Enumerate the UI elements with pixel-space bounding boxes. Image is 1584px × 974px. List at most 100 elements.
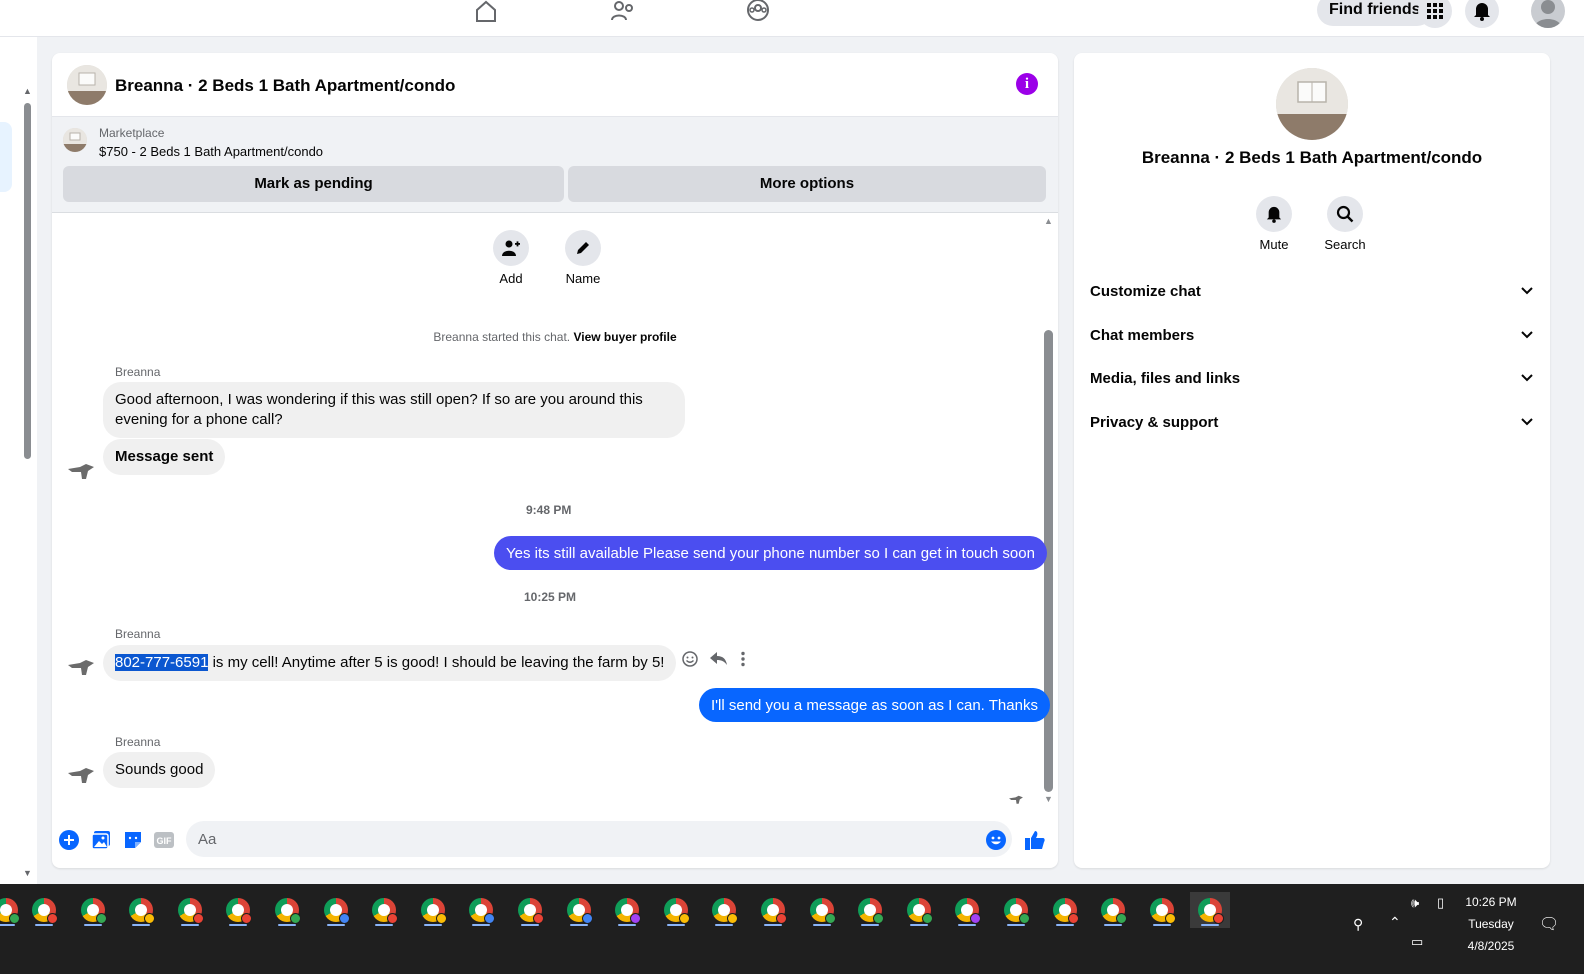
account-avatar[interactable]: [1531, 0, 1565, 28]
taskbar-chrome-window-button[interactable]: [413, 892, 453, 928]
taskbar-chrome-window-button[interactable]: [850, 892, 890, 928]
notification-center-icon[interactable]: 🗨: [1539, 914, 1559, 934]
privacy-support-section[interactable]: Privacy & support: [1090, 406, 1534, 438]
reply-icon[interactable]: [710, 652, 728, 666]
incoming-message-bubble[interactable]: Good afternoon, I was wondering if this …: [103, 382, 685, 438]
photo-icon[interactable]: [90, 829, 112, 851]
react-emoji-icon[interactable]: [682, 651, 698, 667]
taskbar-chrome-window-button[interactable]: [607, 892, 647, 928]
taskbar-chrome-window-button[interactable]: [364, 892, 404, 928]
plus-circle-icon[interactable]: [58, 829, 80, 851]
taskbar-chrome-window-button[interactable]: [24, 892, 64, 928]
taskbar-chrome-window-button[interactable]: [1190, 892, 1231, 928]
message-input[interactable]: [186, 821, 1012, 857]
network-icon[interactable]: ▭: [1411, 934, 1423, 950]
apps-menu-icon[interactable]: [1418, 0, 1452, 28]
messages-scroll-up-arrow[interactable]: ▲: [1044, 216, 1053, 226]
selected-phone-number[interactable]: 802-777-6591: [115, 654, 209, 671]
chrome-icon: [712, 898, 739, 924]
add-people-button[interactable]: [493, 230, 529, 266]
top-navigation-bar: Find friends: [0, 0, 1584, 37]
taskbar-chrome-window-button[interactable]: [461, 892, 501, 928]
groups-icon[interactable]: [743, 0, 773, 24]
clock-day[interactable]: Tuesday: [1458, 917, 1524, 931]
gif-icon[interactable]: GIF: [153, 829, 175, 851]
taskbar-chrome-window-button[interactable]: [267, 892, 307, 928]
taskbar-chrome-window-button[interactable]: [656, 892, 696, 928]
outgoing-message-bubble[interactable]: Yes its still available Please send your…: [494, 536, 1047, 570]
profile-badge-icon: [387, 913, 399, 924]
outgoing-message-bubble[interactable]: I'll send you a message as soon as I can…: [699, 688, 1050, 722]
find-friends-button[interactable]: Find friends: [1317, 0, 1433, 26]
notifications-bell-icon[interactable]: [1465, 0, 1499, 28]
taskbar-chrome-window-button[interactable]: [559, 892, 599, 928]
taskbar-chrome-window-button[interactable]: [121, 892, 161, 928]
people-icon[interactable]: ⚲: [1353, 916, 1363, 933]
view-buyer-profile-link[interactable]: View buyer profile: [573, 330, 676, 344]
mark-as-pending-button[interactable]: Mark as pending: [63, 166, 564, 202]
left-scrollbar-thumb[interactable]: [24, 103, 31, 459]
taskbar-chrome-window-button[interactable]: [753, 892, 793, 928]
more-vertical-icon[interactable]: [740, 651, 746, 667]
taskbar-chrome-window-button[interactable]: [1093, 892, 1133, 928]
section-label: Media, files and links: [1090, 369, 1241, 387]
running-indicator: [132, 924, 151, 926]
battery-icon[interactable]: ▯: [1437, 895, 1444, 911]
taskbar-chrome-window-button[interactable]: [802, 892, 842, 928]
taskbar-chrome-window-button[interactable]: [218, 892, 258, 928]
chat-details-panel: Breanna · 2 Beds 1 Bath Apartment/condo …: [1074, 53, 1550, 868]
taskbar-chrome-window-button[interactable]: [0, 892, 26, 928]
home-icon[interactable]: [471, 0, 501, 24]
chevron-down-icon: [1520, 328, 1534, 342]
taskbar-chrome-window-button[interactable]: [316, 892, 356, 928]
taskbar-chrome-window-button[interactable]: [996, 892, 1036, 928]
taskbar-chrome-window-button[interactable]: [73, 892, 113, 928]
incoming-message-bubble[interactable]: Sounds good: [103, 752, 216, 788]
taskbar-chrome-window-button[interactable]: [170, 892, 210, 928]
sender-avatar[interactable]: [66, 657, 96, 679]
profile-badge-icon: [290, 913, 301, 924]
listing-thumbnail[interactable]: [63, 128, 87, 152]
taskbar-chrome-window-button[interactable]: [1045, 892, 1085, 928]
sticker-icon[interactable]: [122, 829, 144, 851]
details-avatar[interactable]: [1276, 68, 1348, 140]
sender-avatar[interactable]: [66, 765, 96, 787]
info-icon[interactable]: i: [1016, 73, 1038, 95]
listing-title[interactable]: $750 - 2 Beds 1 Bath Apartment/condo: [99, 144, 323, 159]
clock-time[interactable]: 10:26 PM: [1458, 895, 1524, 909]
chat-title[interactable]: Breanna · 2 Beds 1 Bath Apartment/condo: [115, 76, 455, 96]
chat-avatar[interactable]: [67, 65, 107, 105]
running-indicator: [326, 924, 345, 926]
profile-badge-icon: [435, 913, 447, 924]
taskbar-chrome-window-button[interactable]: [704, 892, 744, 928]
message-sent-bubble[interactable]: Message sent: [103, 439, 226, 475]
mute-button[interactable]: [1256, 196, 1292, 232]
friends-icon[interactable]: [608, 0, 638, 24]
profile-badge-icon: [95, 913, 107, 924]
incoming-message-bubble[interactable]: 802-777-6591 is my cell! Anytime after 5…: [103, 645, 677, 681]
messages-scrollbar-thumb[interactable]: [1044, 330, 1053, 792]
running-indicator: [375, 924, 394, 926]
profile-badge-icon: [533, 913, 544, 924]
running-indicator: [423, 924, 442, 926]
search-button[interactable]: [1327, 196, 1363, 232]
customize-chat-section[interactable]: Customize chat: [1090, 275, 1534, 307]
sender-avatar[interactable]: [66, 461, 96, 483]
media-files-links-section[interactable]: Media, files and links: [1090, 362, 1534, 394]
more-options-button[interactable]: More options: [568, 166, 1046, 202]
chat-members-section[interactable]: Chat members: [1090, 319, 1534, 351]
edit-name-button[interactable]: [565, 230, 601, 266]
thumbs-up-icon[interactable]: [1024, 829, 1046, 851]
taskbar-chrome-window-button[interactable]: [947, 892, 987, 928]
emoji-icon[interactable]: [985, 829, 1007, 851]
taskbar-chrome-window-button[interactable]: [899, 892, 939, 928]
mute-label: Mute: [1259, 237, 1289, 252]
taskbar-chrome-window-button[interactable]: [510, 892, 550, 928]
taskbar-chrome-window-button[interactable]: [1142, 892, 1182, 928]
messages-scroll-down-arrow[interactable]: ▼: [1044, 794, 1053, 804]
volume-icon[interactable]: 🕪: [1411, 895, 1419, 911]
show-hidden-icons-chevron-up-icon[interactable]: ⌃: [1389, 914, 1401, 931]
clock-date[interactable]: 4/8/2025: [1458, 939, 1524, 953]
left-scroll-down-arrow[interactable]: ▼: [23, 868, 32, 878]
left-scroll-up-arrow[interactable]: ▲: [23, 86, 32, 96]
